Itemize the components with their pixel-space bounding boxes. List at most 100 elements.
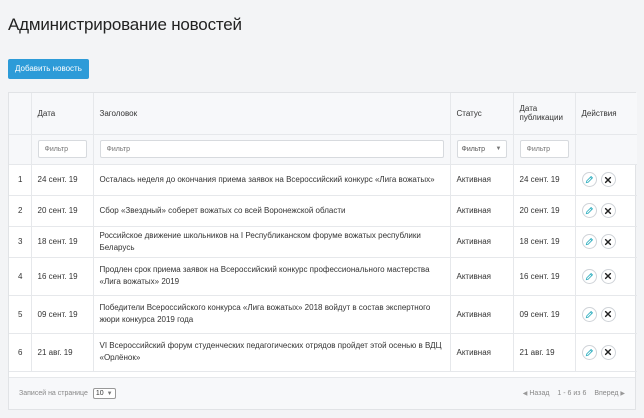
triangle-left-icon: ◀ [522,391,528,397]
row-title: Российское движение школьников на I Респ… [93,226,451,258]
close-icon [604,238,612,245]
row-status: Активная [450,226,514,258]
row-number: 1 [9,164,32,196]
pencil-icon [585,310,593,318]
triangle-right-icon: ▶ [620,391,625,397]
delete-button[interactable] [600,172,616,187]
row-pub-date: 18 сент. 19 [513,226,576,258]
row-status: Активная [450,295,514,334]
row-title: Победители Всероссийского конкурса «Лига… [93,295,451,334]
filter-cell-status: Фильтр ▼ [450,134,514,165]
table-row: 2 20 сент. 19 Сбор «Звездный» соберет во… [9,195,637,227]
chevron-down-icon: ▼ [495,146,502,152]
row-title: Сбор «Звездный» соберет вожатых со всей … [93,195,451,227]
filter-cell-date [31,134,94,165]
row-pub-date: 20 сент. 19 [513,195,576,227]
row-pub-date: 21 авг. 19 [513,333,576,372]
row-title: VI Всероссийский форум студенческих педа… [93,333,451,372]
close-icon [604,310,612,318]
row-actions [575,226,637,258]
status-filter-select[interactable]: Фильтр ▼ [456,140,507,158]
row-actions [575,333,637,372]
row-date: 16 сент. 19 [31,257,94,296]
filter-cell-title [93,134,451,165]
pub-date-filter-input[interactable] [519,140,569,158]
per-page-select[interactable]: 10 ▼ [92,388,116,399]
news-table: Дата Заголовок Статус Дата публикации Де… [9,93,637,372]
close-icon [604,207,612,214]
edit-button[interactable] [581,172,597,187]
prev-page-button[interactable]: ◀ Назад [523,390,550,397]
filter-cell-actions [575,134,637,165]
title-filter-input[interactable] [99,140,444,158]
row-actions [575,295,637,334]
row-title: Осталась неделя до окончания приема заяв… [93,164,451,196]
delete-button[interactable] [600,344,616,360]
status-filter-value: Фильтр [461,145,486,153]
news-table-container: Дата Заголовок Статус Дата публикации Де… [8,92,637,410]
row-date: 18 сент. 19 [31,226,94,258]
table-row: 1 24 сент. 19 Осталась неделя до окончан… [9,164,637,196]
row-date: 09 сент. 19 [31,295,94,334]
edit-button[interactable] [581,234,597,249]
column-header-number [9,93,32,135]
row-actions [575,164,637,196]
delete-button[interactable] [600,306,616,322]
close-icon [604,272,612,280]
row-number: 4 [9,257,32,296]
edit-button[interactable] [581,268,597,284]
pencil-icon [585,175,593,184]
row-number: 2 [9,195,32,227]
row-date: 21 авг. 19 [31,333,94,372]
row-actions [575,257,637,296]
chevron-down-icon: ▼ [106,390,113,397]
pencil-icon [585,206,593,215]
row-status: Активная [450,333,514,372]
filter-cell-number [9,134,32,165]
page-range: 1 - 6 из 6 [557,390,587,397]
pencil-icon [585,272,593,280]
per-page-label: Записей на странице [19,390,88,397]
row-pub-date: 09 сент. 19 [513,295,576,334]
next-page-button[interactable]: Вперед ▶ [594,390,625,397]
row-title: Продлен срок приема заявок на Всероссийс… [93,257,451,296]
edit-button[interactable] [581,203,597,218]
delete-button[interactable] [600,234,616,249]
delete-button[interactable] [600,203,616,218]
pencil-icon [585,237,593,246]
edit-button[interactable] [581,344,597,360]
column-header-pub-date[interactable]: Дата публикации [513,93,576,135]
row-status: Активная [450,195,514,227]
edit-button[interactable] [581,306,597,322]
date-filter-input[interactable] [37,140,87,158]
row-pub-date: 16 сент. 19 [513,257,576,296]
row-status: Активная [450,164,514,196]
table-footer: Записей на странице 10 ▼ ◀ Назад 1 - 6 и… [9,377,635,409]
row-actions [575,195,637,227]
row-number: 3 [9,226,32,258]
row-status: Активная [450,257,514,296]
row-number: 6 [9,333,32,372]
close-icon [604,348,612,356]
row-pub-date: 24 сент. 19 [513,164,576,196]
pagination: ◀ Назад 1 - 6 из 6 Вперед ▶ [523,390,625,397]
column-header-date[interactable]: Дата [31,93,94,135]
prev-page-label: Назад [529,390,550,397]
add-news-button[interactable]: Добавить новость [8,59,89,79]
column-header-actions: Действия [575,93,637,135]
pencil-icon [585,348,593,356]
next-page-label: Вперед [594,390,619,397]
table-row: 6 21 авг. 19 VI Всероссийский форум студ… [9,333,637,372]
page-title: Администрирование новостей [8,15,242,34]
table-row: 5 09 сент. 19 Победители Всероссийского … [9,295,637,334]
column-header-title[interactable]: Заголовок [93,93,451,135]
per-page-value: 10 [95,390,104,397]
column-header-status[interactable]: Статус [450,93,514,135]
row-date: 24 сент. 19 [31,164,94,196]
row-date: 20 сент. 19 [31,195,94,227]
filter-cell-pub-date [513,134,576,165]
table-row: 3 18 сент. 19 Российское движение школьн… [9,226,637,258]
close-icon [604,176,612,183]
delete-button[interactable] [600,268,616,284]
row-number: 5 [9,295,32,334]
